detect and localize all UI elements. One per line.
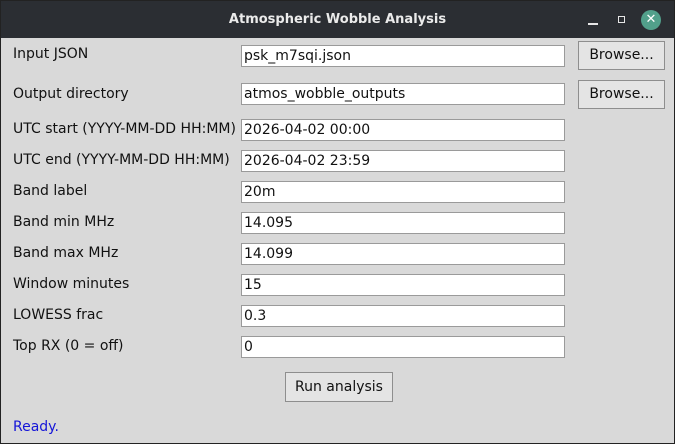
- band-max-label: Band max MHz: [13, 245, 119, 261]
- close-button[interactable]: ✕: [641, 10, 661, 30]
- utc-start-field[interactable]: 2026-04-02 00:00: [241, 119, 565, 141]
- status-text: Ready.: [13, 419, 59, 435]
- minimize-icon: [588, 23, 598, 25]
- utc-end-label: UTC end (YYYY-MM-DD HH:MM): [13, 152, 230, 168]
- window-title: Atmospheric Wobble Analysis: [228, 12, 447, 27]
- band-label-field[interactable]: 20m: [241, 181, 565, 203]
- lowess-frac-field[interactable]: 0.3: [241, 305, 565, 327]
- band-min-field[interactable]: 14.095: [241, 212, 565, 234]
- maximize-icon: [618, 16, 625, 23]
- title-bar[interactable]: Atmospheric Wobble Analysis ✕: [1, 1, 674, 38]
- output-directory-label: Output directory: [13, 86, 129, 102]
- browse-input-button[interactable]: Browse...: [578, 41, 665, 70]
- utc-start-label: UTC start (YYYY-MM-DD HH:MM): [13, 121, 236, 137]
- browse-output-button[interactable]: Browse...: [578, 80, 665, 109]
- top-rx-field[interactable]: 0: [241, 336, 565, 358]
- input-json-field[interactable]: psk_m7sqi.json: [241, 45, 565, 67]
- run-analysis-button[interactable]: Run analysis: [285, 372, 393, 402]
- input-json-label: Input JSON: [13, 46, 89, 62]
- maximize-button[interactable]: [612, 10, 632, 30]
- band-min-label: Band min MHz: [13, 214, 115, 230]
- window-minutes-field[interactable]: 15: [241, 274, 565, 296]
- band-max-field[interactable]: 14.099: [241, 243, 565, 265]
- output-directory-field[interactable]: atmos_wobble_outputs: [241, 83, 565, 105]
- top-rx-label: Top RX (0 = off): [13, 338, 124, 354]
- utc-end-field[interactable]: 2026-04-02 23:59: [241, 150, 565, 172]
- lowess-frac-label: LOWESS frac: [13, 307, 104, 323]
- minimize-button[interactable]: [583, 10, 603, 30]
- band-label-label: Band label: [13, 183, 88, 199]
- window-minutes-label: Window minutes: [13, 276, 130, 292]
- app-window: Atmospheric Wobble Analysis ✕ Input JSON…: [0, 0, 675, 444]
- close-icon: ✕: [645, 12, 657, 27]
